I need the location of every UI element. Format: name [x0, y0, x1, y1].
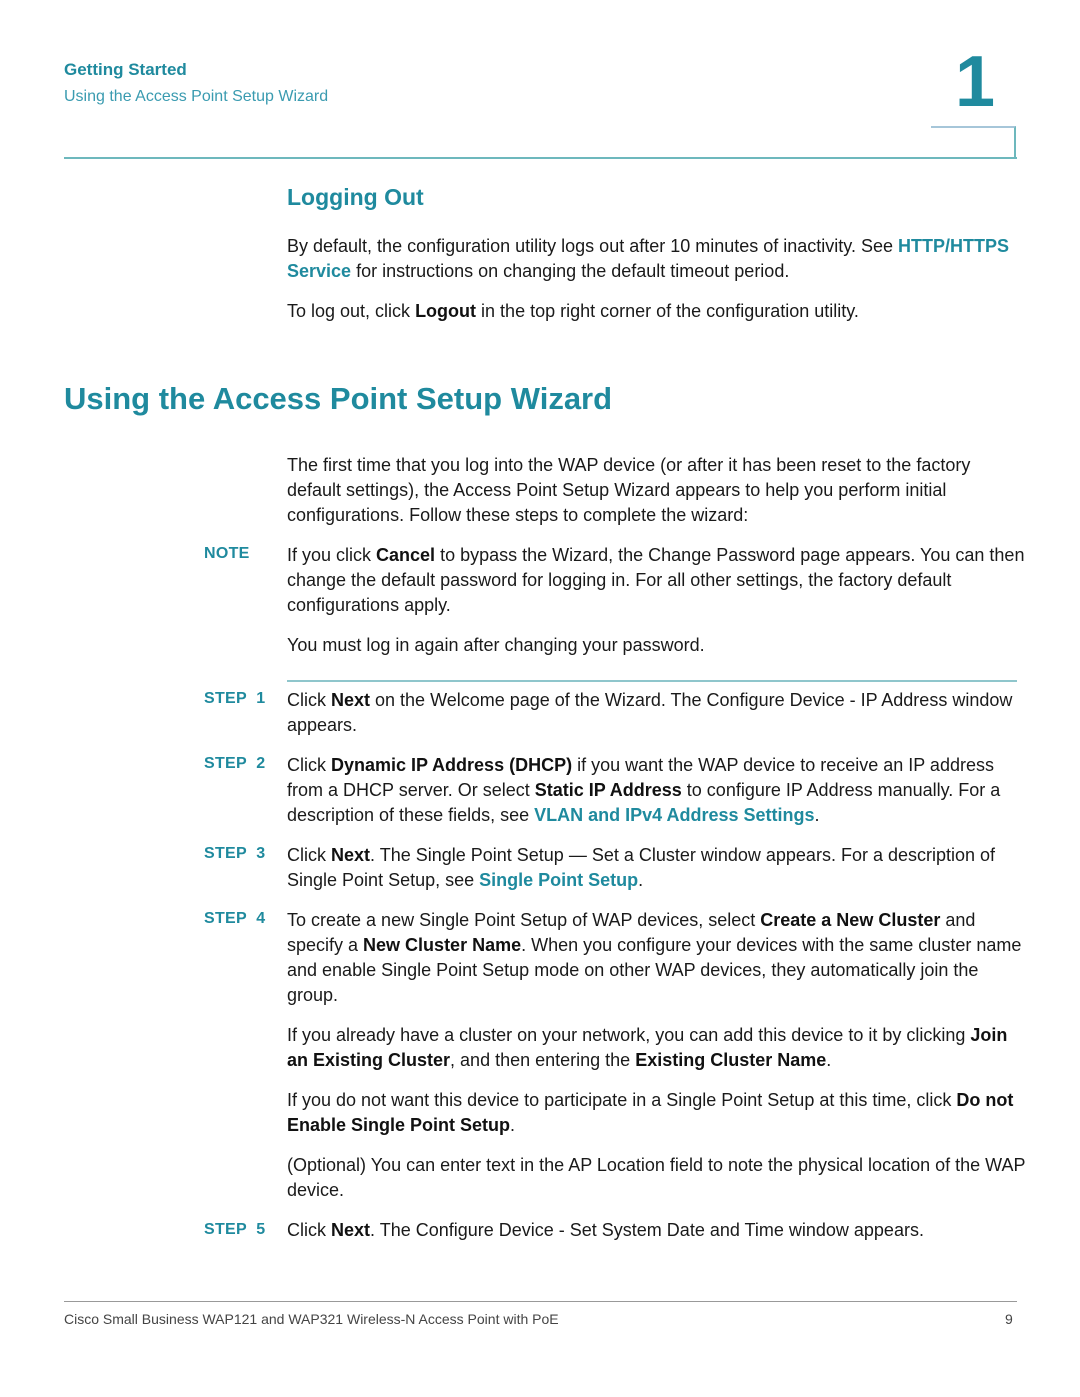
footer-divider [64, 1301, 1017, 1302]
text: . [826, 1050, 832, 1070]
step-4-text: To create a new Single Point Setup of WA… [287, 908, 1027, 1008]
step-4-paragraph-4: (Optional) You can enter text in the AP … [287, 1155, 1026, 1200]
text: To log out, click [287, 301, 416, 321]
chapter-title: Getting Started [64, 60, 187, 79]
single-point-setup-link[interactable]: Single Point Setup [479, 870, 638, 890]
text: If you click [287, 545, 377, 565]
note-paragraph: If you click Cancel to bypass the Wizard… [287, 543, 1027, 618]
footer-text: Cisco Small Business WAP121 and WAP321 W… [64, 1311, 559, 1327]
new-cluster-name-term: New Cluster Name [363, 935, 522, 955]
existing-cluster-name-term: Existing Cluster Name [635, 1050, 827, 1070]
static-ip-term: Static IP Address [534, 780, 682, 800]
next-term: Next [331, 845, 371, 865]
logging-out-paragraph-1: By default, the configuration utility lo… [287, 234, 1027, 284]
text: in the top right corner of the configura… [476, 301, 859, 321]
page-number: 9 [1005, 1311, 1013, 1327]
steps-divider [287, 680, 1017, 682]
text: for instructions on changing the default… [351, 261, 790, 281]
cancel-term: Cancel [376, 545, 436, 565]
create-new-cluster-term: Create a New Cluster [760, 910, 941, 930]
step-3-text: Click Next. The Single Point Setup — Set… [287, 843, 1027, 893]
text: To create a new Single Point Setup of WA… [287, 910, 761, 930]
wizard-intro: The first time that you log into the WAP… [287, 455, 971, 525]
step-4-paragraph-3: If you do not want this device to partic… [287, 1088, 1027, 1138]
next-term: Next [331, 1220, 371, 1240]
step-2-text: Click Dynamic IP Address (DHCP) if you w… [287, 753, 1027, 828]
header-divider [64, 157, 1017, 159]
text: , and then entering the [450, 1050, 636, 1070]
text: If you do not want this device to partic… [287, 1090, 957, 1110]
logging-out-heading: Logging Out [287, 184, 424, 210]
text: Click [287, 755, 331, 775]
vlan-ipv4-settings-link[interactable]: VLAN and IPv4 Address Settings [534, 805, 814, 825]
step-5-text: Click Next. The Configure Device - Set S… [287, 1218, 1027, 1243]
text: Click [287, 1220, 331, 1240]
logging-out-paragraph-2: To log out, click Logout in the top righ… [287, 299, 1027, 324]
text: . [638, 870, 644, 890]
step-5-label: STEP 5 [204, 1221, 266, 1238]
step-2-label: STEP 2 [204, 755, 266, 772]
note-paragraph-2: You must log in again after changing you… [287, 635, 705, 655]
chapter-subtitle: Using the Access Point Setup Wizard [64, 88, 329, 105]
wizard-heading: Using the Access Point Setup Wizard [64, 381, 613, 416]
step-4-label: STEP 4 [204, 910, 266, 927]
text: . [510, 1115, 516, 1135]
step-1-text: Click Next on the Welcome page of the Wi… [287, 688, 1027, 738]
chapter-number: 1 [955, 42, 996, 122]
step-4-paragraph-2: If you already have a cluster on your ne… [287, 1023, 1027, 1073]
dhcp-term: Dynamic IP Address (DHCP) [331, 755, 573, 775]
note-label: NOTE [204, 545, 250, 562]
text: . [814, 805, 820, 825]
chapter-number-box [931, 126, 1016, 157]
text: . The Configure Device - Set System Date… [370, 1220, 924, 1240]
text: on the Welcome page of the Wizard. The C… [287, 690, 1013, 735]
text: If you already have a cluster on your ne… [287, 1025, 971, 1045]
step-1-label: STEP 1 [204, 690, 266, 707]
text: By default, the configuration utility lo… [287, 236, 898, 256]
next-term: Next [331, 690, 371, 710]
logout-term: Logout [415, 301, 477, 321]
text: Click [287, 845, 331, 865]
text: Click [287, 690, 331, 710]
step-3-label: STEP 3 [204, 845, 266, 862]
